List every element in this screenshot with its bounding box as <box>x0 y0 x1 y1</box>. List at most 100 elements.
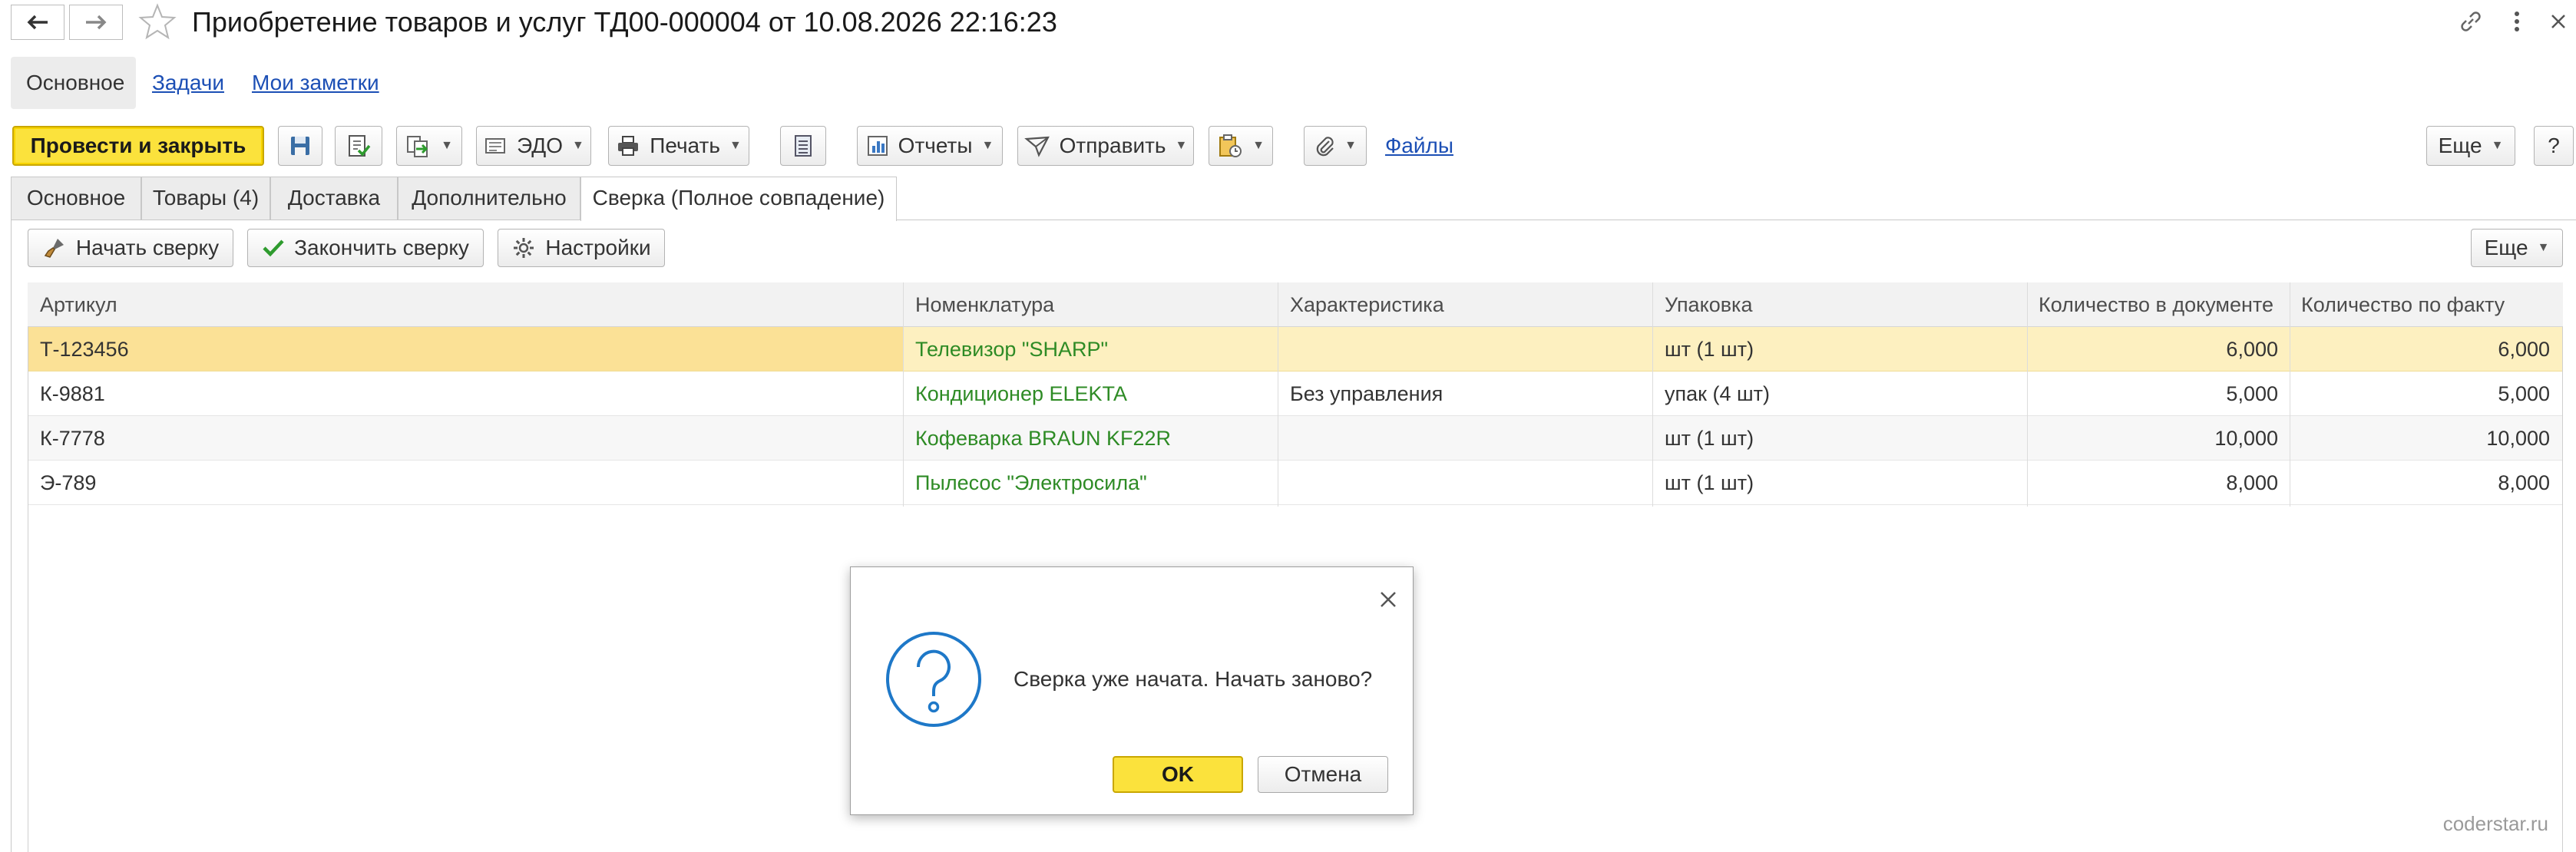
check-icon <box>262 238 285 258</box>
post-and-close-label: Провести и закрыть <box>30 134 246 157</box>
back-button[interactable] <box>11 5 64 40</box>
confirm-dialog: Сверка уже начата. Начать заново? OK Отм… <box>850 566 1414 815</box>
dialog-message: Сверка уже начата. Начать заново? <box>1014 667 1373 691</box>
tab-delivery[interactable]: Доставка <box>270 177 398 220</box>
cell-qty-fact: 10,000 <box>2486 427 2550 450</box>
section-tab-notes[interactable]: Мои заметки <box>252 57 379 109</box>
tab-main[interactable]: Основное <box>11 177 141 220</box>
ok-button[interactable]: OK <box>1113 756 1243 793</box>
column-header-qty-doc[interactable]: Количество в документе <box>2039 282 2273 327</box>
gear-icon <box>511 236 536 260</box>
clipboard-button[interactable]: ▼ <box>1209 126 1273 166</box>
watermark: coderstar.ru <box>2442 812 2548 835</box>
journal-icon <box>793 134 813 158</box>
chevron-down-icon: ▼ <box>572 139 584 152</box>
close-window-button[interactable] <box>2543 6 2574 37</box>
chevron-down-icon: ▼ <box>981 139 994 152</box>
journal-button[interactable] <box>780 126 826 166</box>
link-button[interactable] <box>2455 6 2486 37</box>
post-and-close-button[interactable]: Провести и закрыть <box>12 126 264 166</box>
create-based-icon <box>405 134 432 158</box>
create-based-on-button[interactable]: ▼ <box>396 126 462 166</box>
cell-article: К-7778 <box>40 427 105 450</box>
reports-icon <box>866 134 889 157</box>
send-label: Отправить <box>1059 134 1166 157</box>
column-header-item[interactable]: Номенклатура <box>915 282 1054 327</box>
close-icon <box>2550 13 2567 30</box>
page-title: Приобретение товаров и услуг ТД00-000004… <box>192 6 1057 38</box>
chevron-down-icon: ▼ <box>441 139 453 152</box>
selected-cell <box>28 327 903 371</box>
tab-reconciliation[interactable]: Сверка (Полное совпадение) <box>580 177 897 221</box>
question-icon <box>885 630 983 728</box>
more-label: Еще <box>2438 134 2482 157</box>
section-tab-tasks[interactable]: Задачи <box>152 57 224 109</box>
edo-label: ЭДО <box>517 134 564 157</box>
save-icon <box>289 134 312 157</box>
forward-arrow-icon <box>84 14 107 31</box>
column-header-article[interactable]: Артикул <box>40 282 117 327</box>
column-separator <box>903 282 904 507</box>
column-header-package[interactable]: Упаковка <box>1665 282 1752 327</box>
cancel-label: Отмена <box>1284 762 1362 786</box>
help-label: ? <box>2548 134 2560 157</box>
chevron-down-icon: ▼ <box>1252 139 1265 152</box>
section-tab-main[interactable]: Основное <box>26 57 124 109</box>
cell-qty-doc: 8,000 <box>2226 471 2278 494</box>
finish-reconcile-button[interactable]: Закончить сверку <box>247 229 484 267</box>
favorite-button[interactable] <box>138 3 178 41</box>
cell-item[interactable]: Кондиционер ELEKTA <box>915 372 1127 416</box>
column-separator <box>2027 282 2028 507</box>
dialog-close-button[interactable] <box>1373 584 1404 615</box>
post-button[interactable] <box>335 126 382 166</box>
help-button[interactable]: ? <box>2534 126 2574 166</box>
start-reconcile-button[interactable]: Начать сверку <box>28 229 233 267</box>
cell-article: Т-123456 <box>40 338 129 361</box>
column-header-characteristic[interactable]: Характеристика <box>1290 282 1444 327</box>
cell-qty-doc: 10,000 <box>2214 427 2278 450</box>
ok-label: OK <box>1162 762 1194 786</box>
cell-package: упак (4 шт) <box>1665 382 1770 405</box>
more-button[interactable]: Еще ▼ <box>2426 126 2515 166</box>
cell-qty-doc: 5,000 <box>2226 382 2278 405</box>
cell-qty-fact: 6,000 <box>2498 338 2550 361</box>
edo-icon <box>483 134 508 157</box>
chevron-down-icon: ▼ <box>1175 139 1188 152</box>
cell-article: К-9881 <box>40 382 105 405</box>
more-actions-button[interactable] <box>2502 6 2532 37</box>
chevron-down-icon: ▼ <box>1344 139 1357 152</box>
send-icon <box>1023 134 1050 157</box>
star-icon <box>138 3 177 40</box>
settings-label: Настройки <box>545 236 651 259</box>
cell-qty-doc: 6,000 <box>2226 338 2278 361</box>
cell-item[interactable]: Кофеварка BRAUN KF22R <box>915 416 1171 461</box>
send-button[interactable]: Отправить ▼ <box>1017 126 1194 166</box>
reconcile-more-button[interactable]: Еще ▼ <box>2471 229 2563 267</box>
tab-goods[interactable]: Товары (4) <box>141 177 270 220</box>
clipboard-icon <box>1217 134 1243 158</box>
tab-additional[interactable]: Дополнительно <box>398 177 580 220</box>
reports-button[interactable]: Отчеты ▼ <box>857 126 1003 166</box>
settings-button[interactable]: Настройки <box>498 229 665 267</box>
cell-item[interactable]: Телевизор "SHARP" <box>915 327 1108 372</box>
save-button[interactable] <box>278 126 322 166</box>
cell-package: шт (1 шт) <box>1665 427 1754 450</box>
finish-reconcile-label: Закончить сверку <box>294 236 469 259</box>
cancel-button[interactable]: Отмена <box>1258 756 1388 793</box>
cell-characteristic: Без управления <box>1290 382 1443 405</box>
edo-button[interactable]: ЭДО ▼ <box>476 126 591 166</box>
close-icon <box>1379 590 1397 609</box>
cell-item[interactable]: Пылесос "Электросила" <box>915 461 1147 505</box>
attachment-button[interactable]: ▼ <box>1304 126 1367 166</box>
column-separator <box>1652 282 1653 507</box>
brush-icon <box>42 236 67 260</box>
kebab-menu-icon <box>2513 10 2521 33</box>
column-header-qty-fact[interactable]: Количество по факту <box>2301 282 2505 327</box>
content-border <box>11 220 12 852</box>
files-link[interactable]: Файлы <box>1385 126 1453 166</box>
reports-label: Отчеты <box>898 134 973 157</box>
back-arrow-icon <box>26 14 49 31</box>
cell-qty-fact: 8,000 <box>2498 471 2550 494</box>
print-button[interactable]: Печать ▼ <box>608 126 749 166</box>
forward-button[interactable] <box>69 5 123 40</box>
